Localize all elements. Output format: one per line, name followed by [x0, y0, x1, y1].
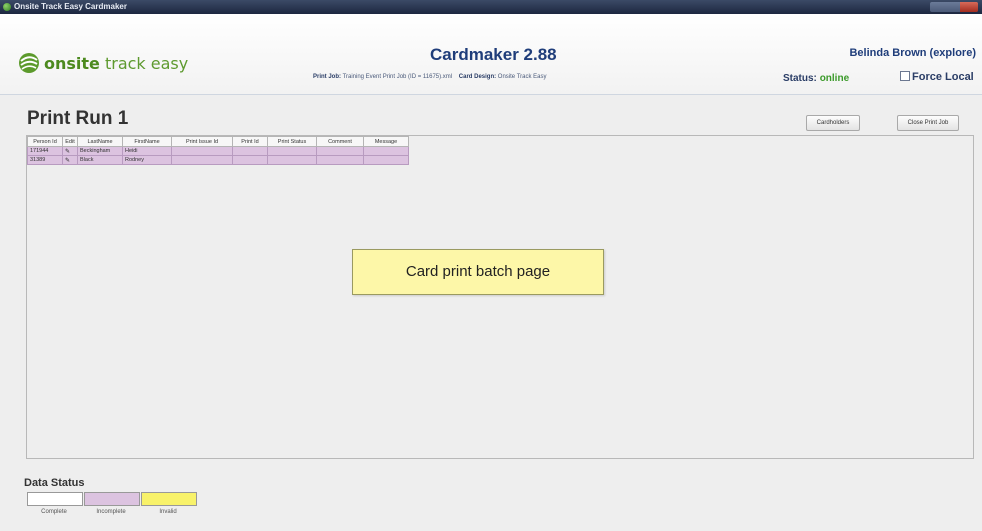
- legend-title: Data Status: [24, 477, 85, 489]
- cell-first-name[interactable]: Heidi: [122, 146, 172, 156]
- print-job-label: Print Job:: [313, 74, 341, 80]
- print-job-value: Training Event Print Job (ID = 11675).xm…: [342, 74, 453, 80]
- cell-person-id[interactable]: 171944: [27, 146, 63, 156]
- legend-label-incomplete: Incomplete: [96, 509, 126, 515]
- job-info: Print Job: Training Event Print Job (ID …: [313, 74, 546, 80]
- print-run-table: Person Id Edit LastName FirstName Print …: [27, 136, 409, 165]
- logo: onsite track easy: [18, 52, 188, 74]
- legend-swatch-incomplete: [84, 492, 140, 506]
- column-header-last-name[interactable]: LastName: [77, 136, 123, 147]
- cell-message[interactable]: [363, 146, 409, 156]
- force-local-label: Force Local: [912, 71, 974, 83]
- cell-print-status[interactable]: [267, 146, 317, 156]
- app-header: onsite track easy Cardmaker 2.88 Print J…: [0, 14, 982, 95]
- cell-print-id[interactable]: [232, 146, 268, 156]
- connection-status: Status: online: [783, 73, 849, 84]
- close-window-icon[interactable]: [960, 2, 978, 12]
- cardholders-button[interactable]: Cardholders: [806, 115, 860, 131]
- callout-note: Card print batch page: [352, 249, 604, 295]
- window-title: Onsite Track Easy Cardmaker: [14, 2, 127, 11]
- cell-last-name[interactable]: Beckingham: [77, 146, 123, 156]
- legend-label-invalid: Invalid: [159, 509, 177, 515]
- cell-comment[interactable]: [316, 155, 364, 165]
- column-header-print-id[interactable]: Print Id: [232, 136, 268, 147]
- column-header-comment[interactable]: Comment: [316, 136, 364, 147]
- cell-person-id[interactable]: 31389: [27, 155, 63, 165]
- legend-swatch-invalid: [141, 492, 197, 506]
- legend-swatch-complete: [27, 492, 83, 506]
- column-header-person-id[interactable]: Person Id: [27, 136, 63, 147]
- app-icon: [3, 3, 11, 11]
- page-title: Print Run 1: [27, 108, 129, 129]
- card-design-value: Onsite Track Easy: [497, 74, 547, 80]
- logo-swirl-icon: [19, 53, 39, 73]
- force-local-toggle[interactable]: Force Local: [900, 71, 974, 83]
- close-print-job-button[interactable]: Close Print Job: [897, 115, 959, 131]
- main-panel: Print Run 1 Cardholders Close Print Job …: [0, 95, 982, 531]
- column-header-print-issue-id[interactable]: Print Issue Id: [171, 136, 233, 147]
- force-local-checkbox[interactable]: [900, 71, 910, 81]
- logo-text: onsite track easy: [44, 54, 189, 73]
- pencil-icon[interactable]: ✎: [65, 149, 70, 155]
- cell-print-id[interactable]: [232, 155, 268, 165]
- print-run-grid: Person Id Edit LastName FirstName Print …: [26, 135, 974, 459]
- cell-message[interactable]: [363, 155, 409, 165]
- table-row[interactable]: 171944 ✎ Beckingham Heidi: [27, 146, 409, 156]
- status-value: online: [819, 73, 850, 84]
- table-row[interactable]: 31389 ✎ Black Rodney: [27, 155, 409, 165]
- cell-last-name[interactable]: Black: [77, 155, 123, 165]
- app-title: Cardmaker 2.88: [430, 45, 557, 64]
- cell-print-issue-id[interactable]: [171, 146, 233, 156]
- table-header-row: Person Id Edit LastName FirstName Print …: [27, 136, 409, 147]
- card-design-label: Card Design:: [458, 74, 497, 80]
- column-header-edit[interactable]: Edit: [62, 136, 78, 147]
- user-name: Belinda Brown (explore): [849, 47, 976, 59]
- cell-print-issue-id[interactable]: [171, 155, 233, 165]
- column-header-first-name[interactable]: FirstName: [122, 136, 172, 147]
- cell-print-status[interactable]: [267, 155, 317, 165]
- cell-edit[interactable]: ✎: [62, 155, 78, 165]
- status-label: Status:: [783, 73, 817, 84]
- pencil-icon[interactable]: ✎: [65, 158, 70, 164]
- window-title-bar: Onsite Track Easy Cardmaker: [0, 0, 982, 14]
- cell-edit[interactable]: ✎: [62, 146, 78, 156]
- window-controls[interactable]: [930, 2, 978, 12]
- column-header-print-status[interactable]: Print Status: [267, 136, 317, 147]
- cell-first-name[interactable]: Rodney: [122, 155, 172, 165]
- legend-label-complete: Complete: [41, 509, 67, 515]
- cell-comment[interactable]: [316, 146, 364, 156]
- column-header-message[interactable]: Message: [363, 136, 409, 147]
